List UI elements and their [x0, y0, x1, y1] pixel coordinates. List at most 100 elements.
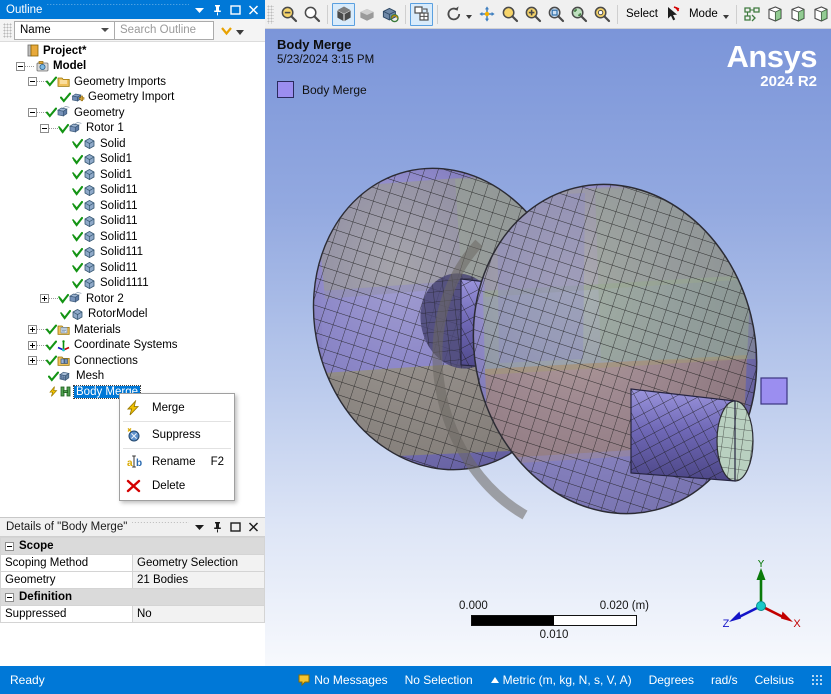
- select-button[interactable]: Select: [622, 8, 662, 20]
- selected-body-highlight: [761, 378, 787, 404]
- named-view-1-icon[interactable]: [764, 3, 787, 26]
- show-solid-icon[interactable]: [332, 3, 355, 26]
- context-menu-item-merge[interactable]: Merge: [120, 396, 234, 420]
- svg-text:a: a: [127, 458, 133, 469]
- tree-item-materials[interactable]: Materials: [0, 322, 265, 338]
- close-icon[interactable]: [248, 4, 259, 16]
- status-angle[interactable]: Degrees: [649, 673, 694, 687]
- rotate-icon[interactable]: [442, 3, 465, 26]
- tree-item-coordinate-systems[interactable]: Coordinate Systems: [0, 338, 265, 354]
- status-temperature[interactable]: Celsius: [755, 673, 794, 687]
- tree-item-rotormodel[interactable]: RotorModel: [0, 307, 265, 323]
- context-menu[interactable]: Merge Suppress abRenameF2Delete: [119, 393, 235, 501]
- expand-icon[interactable]: [40, 294, 49, 303]
- tree-item-rotor-1[interactable]: Rotor 1: [0, 121, 265, 137]
- named-view-3-icon[interactable]: [810, 3, 831, 26]
- pan-icon[interactable]: [475, 3, 498, 26]
- box-zoom-icon[interactable]: [544, 3, 567, 26]
- rotate-options-chevron-down-icon[interactable]: [466, 15, 472, 19]
- wireframe-view-icon[interactable]: [741, 3, 764, 26]
- tree-item-solid11[interactable]: Solid11: [0, 229, 265, 245]
- tree-item-geometry-import[interactable]: Geometry Import: [0, 90, 265, 106]
- context-menu-item-rename[interactable]: abRenameF2: [120, 450, 234, 474]
- details-category-cell: Definition: [1, 589, 265, 606]
- collapse-icon[interactable]: [16, 62, 25, 71]
- tree-item-solid11[interactable]: Solid11: [0, 260, 265, 276]
- collapse-icon[interactable]: [28, 77, 37, 86]
- tree-item-label: Rotor 1: [84, 122, 124, 134]
- zoom-icon[interactable]: [498, 3, 521, 26]
- show-shaded-icon[interactable]: [355, 3, 378, 26]
- details-field-row[interactable]: SuppressedNo: [1, 606, 265, 623]
- tree-item-solid[interactable]: Solid: [0, 136, 265, 152]
- details-field-value[interactable]: 21 Bodies: [133, 572, 265, 589]
- dropdown-icon[interactable]: [194, 4, 205, 16]
- maximize-icon[interactable]: [230, 4, 241, 16]
- expand-icon[interactable]: [28, 341, 37, 350]
- tree-item-model[interactable]: Model: [0, 59, 265, 75]
- axis-triad[interactable]: Y X Z: [721, 560, 801, 640]
- check-status-icon: [46, 355, 57, 366]
- show-mesh-icon[interactable]: [410, 3, 433, 26]
- context-menu-separator: [123, 421, 231, 422]
- details-dropdown-icon[interactable]: [194, 521, 205, 533]
- zoom-plain-icon[interactable]: [300, 3, 323, 26]
- tree-item-geometry-imports[interactable]: Geometry Imports: [0, 74, 265, 90]
- zoom-to-fit-icon[interactable]: [567, 3, 590, 26]
- tree-item-solid111[interactable]: Solid111: [0, 245, 265, 261]
- details-field-value[interactable]: Geometry Selection: [133, 555, 265, 572]
- tree-item-solid11[interactable]: Solid11: [0, 198, 265, 214]
- magnify-icon[interactable]: [590, 3, 613, 26]
- zoom-out-selected-icon[interactable]: [277, 3, 300, 26]
- details-pin-icon[interactable]: [212, 521, 223, 533]
- collapse-icon[interactable]: [28, 108, 37, 117]
- 3d-viewport[interactable]: Body Merge 5/23/2024 3:15 PM Body Merge …: [265, 29, 831, 666]
- check-status-icon: [72, 216, 83, 227]
- context-menu-item-suppress[interactable]: Suppress: [120, 423, 234, 447]
- resize-grip[interactable]: [811, 674, 823, 686]
- context-menu-item-delete[interactable]: Delete: [120, 474, 234, 498]
- tree-item-geometry[interactable]: Geometry: [0, 105, 265, 121]
- ansys-version: 2024 R2: [726, 74, 817, 89]
- search-input[interactable]: [115, 21, 214, 40]
- tree-item-solid11[interactable]: Solid11: [0, 183, 265, 199]
- toolbar-grip[interactable]: [267, 5, 274, 24]
- status-selection[interactable]: No Selection: [405, 673, 473, 687]
- zoom-in-icon[interactable]: [521, 3, 544, 26]
- mode-button[interactable]: Mode: [685, 8, 722, 20]
- status-messages[interactable]: No Messages: [297, 673, 387, 687]
- pin-icon[interactable]: [212, 4, 223, 16]
- expand-filter-icon[interactable]: [220, 24, 233, 37]
- expand-icon[interactable]: [28, 325, 37, 334]
- details-maximize-icon[interactable]: [230, 521, 241, 533]
- details-close-icon[interactable]: [248, 521, 259, 533]
- tree-item-connections[interactable]: Connections: [0, 353, 265, 369]
- expand-icon[interactable]: [28, 356, 37, 365]
- tree-item-project[interactable]: Project*: [0, 43, 265, 59]
- tree-item-mesh[interactable]: Mesh: [0, 369, 265, 385]
- cursor-icon[interactable]: [662, 3, 685, 26]
- collapse-icon[interactable]: [5, 593, 14, 602]
- tree-item-label: Materials: [72, 324, 121, 336]
- named-view-2-icon[interactable]: [787, 3, 810, 26]
- status-units[interactable]: Metric (m, kg, N, s, V, A): [490, 673, 632, 687]
- tree-item-solid11[interactable]: Solid11: [0, 214, 265, 230]
- mode-chevron-down-icon[interactable]: [723, 15, 729, 19]
- show-wireframe-icon[interactable]: [378, 3, 401, 26]
- filter-options-icon[interactable]: [236, 30, 244, 35]
- details-table[interactable]: ScopeScoping MethodGeometry SelectionGeo…: [0, 537, 265, 623]
- tree-item-solid1111[interactable]: Solid1111: [0, 276, 265, 292]
- filter-field-select[interactable]: Name: [14, 21, 115, 40]
- details-drag-dots: [132, 518, 189, 536]
- collapse-icon[interactable]: [40, 124, 49, 133]
- status-rotation[interactable]: rad/s: [711, 673, 738, 687]
- tree-item-solid1[interactable]: Solid1: [0, 167, 265, 183]
- tree-item-solid1[interactable]: Solid1: [0, 152, 265, 168]
- tree-item-rotor-2[interactable]: Rotor 2: [0, 291, 265, 307]
- details-field-row[interactable]: Geometry21 Bodies: [1, 572, 265, 589]
- collapse-icon[interactable]: [5, 542, 14, 551]
- message-icon: [297, 673, 311, 687]
- details-field-row[interactable]: Scoping MethodGeometry Selection: [1, 555, 265, 572]
- body-icon: [83, 261, 97, 274]
- details-field-value[interactable]: No: [133, 606, 265, 623]
